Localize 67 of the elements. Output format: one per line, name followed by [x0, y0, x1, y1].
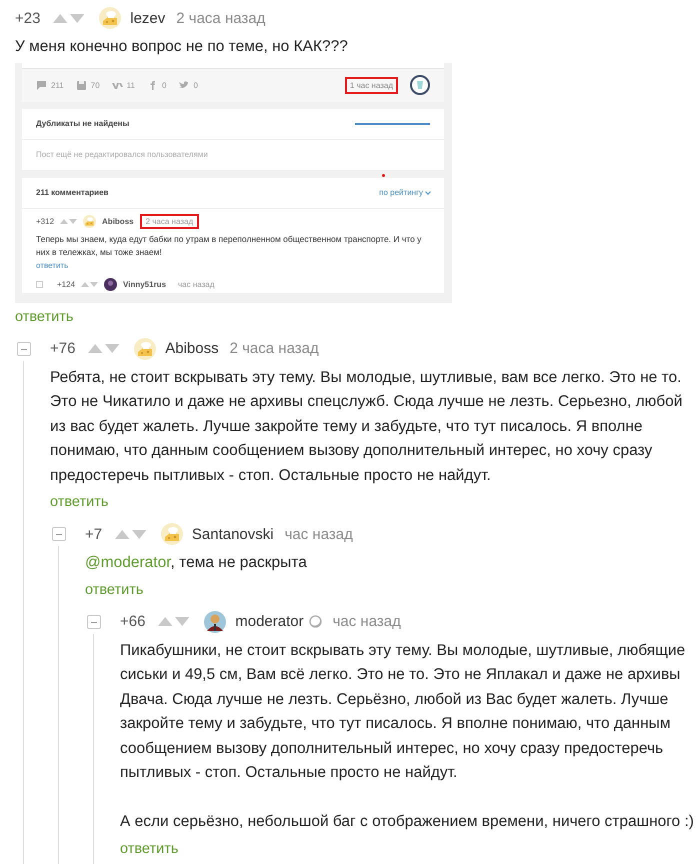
vote-down-icon[interactable]: [174, 617, 190, 626]
comment-time: 2 часа назад: [176, 10, 266, 26]
post-time: 1 час назад: [344, 76, 398, 94]
comment-rating: +312: [36, 217, 54, 226]
collapse-button[interactable]: [36, 281, 43, 288]
share-count: 0: [162, 80, 166, 90]
comment-time: час назад: [177, 279, 216, 291]
comment-text: Ребята, не стоит вскрывать эту тему. Вы молодые, шутливые, вам все легко. Это не то. Это не Чикатило и даже не архивы спецслужб. Сюда лучше не лезть. Серьезно, любой из вас будет жалеть. Лучше закройте тему и забудьте, что тут писалось. Я вполне понимаю, что данным сообщением вызову дополнительный интерес, но хочу сразу предостеречь пытливых - стоп. Остальные просто не найдут.: [50, 368, 684, 486]
collapse-button[interactable]: [17, 342, 31, 356]
reply-link[interactable]: ответить: [15, 306, 74, 326]
avatar-icon: [160, 523, 183, 545]
avatar-icon: [204, 610, 226, 632]
vote-down-icon[interactable]: [70, 14, 84, 22]
comment-text: А если серьёзно, небольшой баг с отображением времени, ничего страшного :): [120, 812, 695, 832]
comment-text: Теперь мы знаем, куда едут бабки по утрам в переполненном общественном транспорте. И что у них в тележках, мы тоже знаем!: [36, 232, 422, 258]
reply-link[interactable]: ответить: [50, 492, 108, 512]
vote-up-icon[interactable]: [158, 617, 173, 626]
vote-up-icon[interactable]: [60, 219, 68, 224]
vote-down-icon[interactable]: [69, 219, 78, 224]
avatar-icon: [410, 75, 430, 95]
comment-rating: +76: [50, 340, 76, 357]
vote-up-icon[interactable]: [81, 282, 90, 287]
comment-time: 2 часа назад: [230, 340, 319, 357]
comment-author[interactable]: moderator: [235, 613, 304, 630]
share-count: 211: [51, 80, 64, 90]
comment-rating: +7: [85, 526, 102, 542]
avatar-icon: [104, 278, 118, 291]
comments-count: 211 комментариев: [36, 188, 108, 197]
comment-author[interactable]: Abiboss: [165, 340, 219, 357]
avatar-icon: [83, 215, 96, 228]
reply-link[interactable]: ответить: [85, 580, 144, 600]
comment-text: Пикабушники, не стоит вскрывать эту тему. Вы молодые, шутливые, любящие сиськи и 49,5 см, Вам всё легко. Это не то. Это не Яплакал и даже не архивы Двача. Сюда лучше не лезть. Серьёзно, любой из Вас будет жалеть. Лучше закройте тему и забудьте, что тут писалось. Я вполне понимаю, что данным сообщением вызову дополнительный интерес, но хочу сразу предостеречь пытливых - стоп. Остальные просто не найдут.: [120, 640, 686, 783]
comment-author[interactable]: Abiboss: [102, 217, 134, 226]
comment-time: 2 часа назад: [140, 214, 200, 229]
collapse-button[interactable]: [52, 527, 66, 541]
marker-dot: [382, 174, 385, 176]
comment-author[interactable]: Vinny51rus: [123, 280, 166, 289]
vote-down-icon[interactable]: [90, 282, 98, 287]
comment-text: У меня конечно вопрос не по теме, но КАК???: [15, 37, 349, 57]
mention-link[interactable]: @moderator: [85, 554, 171, 571]
comment-icon[interactable]: [36, 80, 47, 90]
comment-rating: +23: [15, 10, 40, 26]
sort-link[interactable]: по рейтингу: [379, 188, 430, 197]
reply-link[interactable]: ответить: [120, 838, 178, 858]
vote-down-icon[interactable]: [104, 344, 120, 353]
reply-link[interactable]: ответить: [36, 260, 68, 270]
comment-author[interactable]: Santanovski: [192, 526, 274, 542]
vote-up-icon[interactable]: [88, 344, 103, 353]
share-count: 0: [193, 80, 198, 90]
save-icon[interactable]: [76, 80, 87, 90]
avatar-icon: [99, 7, 122, 29]
collapse-button[interactable]: [87, 614, 101, 628]
share-count: 70: [90, 80, 100, 90]
edits-label: Пост ещё не редактировался пользователями: [36, 150, 208, 159]
vote-up-icon[interactable]: [115, 530, 130, 538]
comment-text: @moderator, тема не раскрыта: [85, 553, 308, 573]
avatar-icon: [134, 338, 156, 360]
comment-rating: +66: [120, 613, 146, 630]
comment-time: час назад: [284, 526, 353, 542]
comment-author[interactable]: lezev: [130, 10, 166, 26]
comment-rating: +124: [57, 280, 76, 289]
vote-up-icon[interactable]: [53, 14, 68, 22]
duplicates-label: Дубликаты не найдены: [36, 119, 130, 128]
bird-icon[interactable]: [178, 80, 190, 90]
comment-time: час назад: [332, 613, 401, 630]
vote-down-icon[interactable]: [132, 530, 146, 538]
share-count: 11: [126, 80, 135, 90]
